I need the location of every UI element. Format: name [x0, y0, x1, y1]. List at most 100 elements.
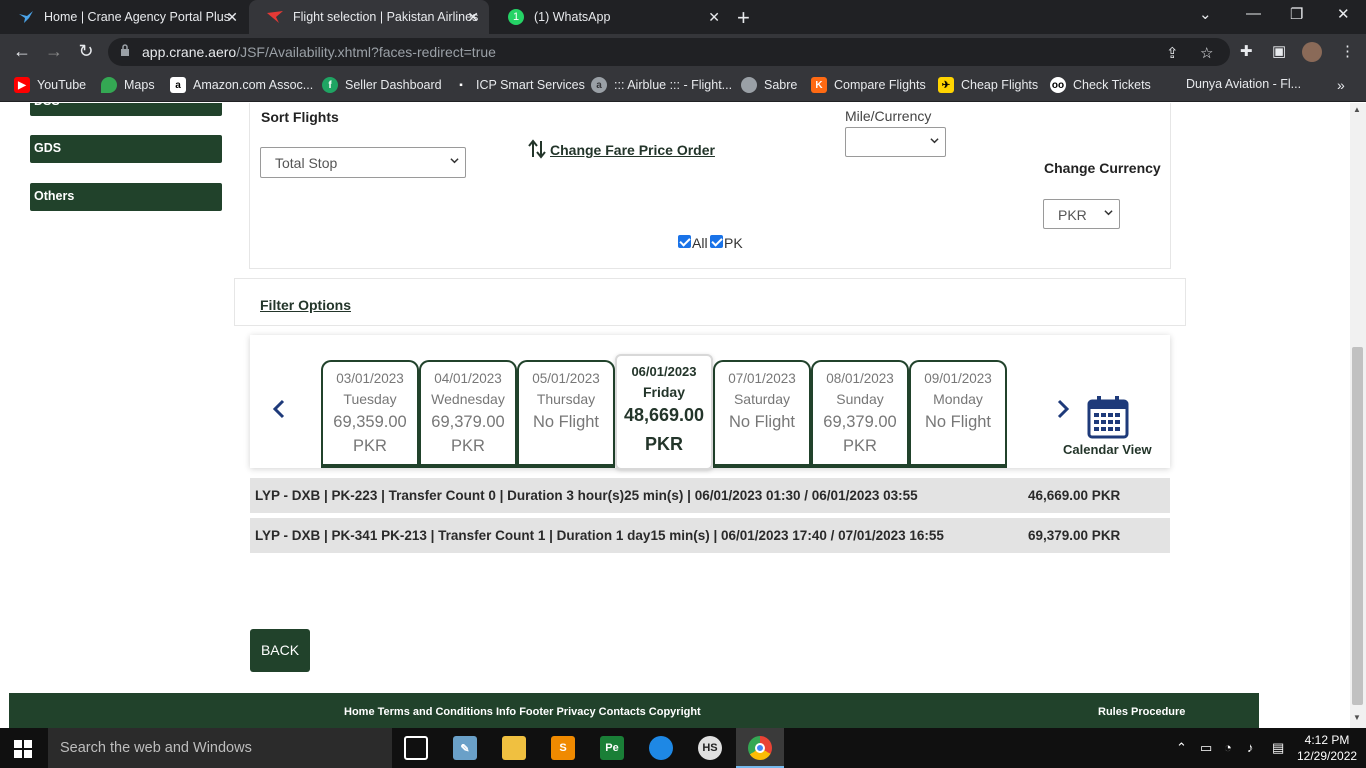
plane-icon: ✈: [938, 77, 954, 93]
hs-app-icon[interactable]: HS: [698, 736, 722, 760]
pe-app-icon[interactable]: Pe: [600, 736, 624, 760]
checkbox-all[interactable]: [678, 235, 691, 248]
change-fare-price-order-link[interactable]: Change Fare Price Order: [550, 142, 715, 158]
new-tab-icon[interactable]: +: [737, 5, 750, 31]
tab-label: (1) WhatsApp: [534, 10, 611, 24]
checkbox-pk-label: PK: [724, 235, 743, 251]
airblue-icon: a: [591, 77, 607, 93]
calendar-view-label[interactable]: Calendar View: [1063, 442, 1152, 457]
notepad-icon[interactable]: ✎: [453, 736, 477, 760]
bookmark-dunya-aviation[interactable]: Dunya Aviation - Fl...: [1186, 77, 1301, 91]
back-button[interactable]: BACK: [250, 629, 310, 672]
taskbar-clock[interactable]: 4:12 PM 12/29/2022: [1297, 732, 1357, 764]
windows-start-icon[interactable]: [14, 740, 32, 758]
currency-select[interactable]: PKR: [1043, 199, 1120, 229]
flight-row[interactable]: LYP - DXB | PK-341 PK-213 | Transfer Cou…: [250, 518, 1170, 553]
scroll-down-icon[interactable]: ▼: [1353, 713, 1361, 722]
chrome-icon[interactable]: [748, 736, 772, 760]
menu-kebab-icon[interactable]: ⋮: [1340, 42, 1355, 60]
bookmark-star-icon[interactable]: ☆: [1200, 44, 1213, 62]
tab-crane-portal[interactable]: Home | Crane Agency Portal Plus ✕: [0, 0, 248, 34]
bookmark-compare-flights[interactable]: K Compare Flights: [811, 77, 926, 93]
lock-icon: [121, 44, 129, 56]
page-scrollbar[interactable]: ▲ ▼: [1350, 103, 1366, 728]
date-tab-07-01[interactable]: 07/01/2023 Saturday No Flight: [713, 360, 811, 468]
bookmark-icp[interactable]: ▪ ICP Smart Services: [453, 77, 585, 93]
date-tab-04-01[interactable]: 04/01/2023 Wednesday 69,379.00 PKR: [419, 360, 517, 468]
globe-icon: [741, 77, 757, 93]
page-footer: Home Terms and Conditions Info Footer Pr…: [9, 693, 1259, 728]
close-tab-icon[interactable]: ✕: [708, 9, 720, 26]
extensions-puzzle-icon[interactable]: ✚: [1240, 42, 1253, 60]
date-tab-05-01[interactable]: 05/01/2023 Thursday No Flight: [517, 360, 615, 468]
date-tab-03-01[interactable]: 03/01/2023 Tuesday 69,359.00 PKR: [321, 360, 419, 468]
tab-search-chevron-icon[interactable]: ⌄: [1199, 5, 1212, 23]
chevron-down-icon: [930, 138, 939, 144]
filter-options-panel: Filter Options: [234, 278, 1186, 326]
profile-avatar[interactable]: [1302, 42, 1322, 62]
file-explorer-icon[interactable]: [502, 736, 526, 760]
icp-icon: ▪: [453, 77, 469, 93]
taskbar-search-input[interactable]: Search the web and Windows: [48, 728, 392, 768]
close-tab-icon[interactable]: ✕: [467, 9, 479, 26]
volume-icon[interactable]: ♪: [1247, 740, 1254, 755]
footer-rules-link[interactable]: Rules Procedure: [1098, 706, 1185, 718]
next-week-icon[interactable]: [1056, 399, 1070, 419]
bookmark-seller-dashboard[interactable]: f Seller Dashboard: [322, 77, 442, 93]
task-view-icon[interactable]: [404, 736, 428, 760]
sublime-text-icon[interactable]: S: [551, 736, 575, 760]
sort-select[interactable]: Total Stop: [260, 147, 466, 178]
sidebar-item-dss[interactable]: DSS: [30, 103, 222, 116]
flight-row[interactable]: LYP - DXB | PK-223 | Transfer Count 0 | …: [250, 478, 1170, 513]
bookmark-amazon[interactable]: a Amazon.com Assoc...: [170, 77, 313, 93]
share-icon[interactable]: ⇪: [1166, 44, 1179, 62]
tab-label: Home | Crane Agency Portal Plus: [44, 10, 230, 24]
scroll-thumb[interactable]: [1352, 347, 1363, 705]
url-text: app.crane.aero/JSF/Availability.xhtml?fa…: [142, 44, 496, 60]
tab-whatsapp[interactable]: 1 (1) WhatsApp ✕: [490, 0, 730, 34]
browser-toolbar: ← → ↻ app.crane.aero/JSF/Availability.xh…: [0, 34, 1366, 70]
mile-currency-label: Mile/Currency: [845, 108, 932, 124]
seller-icon: f: [322, 77, 338, 93]
date-tab-09-01[interactable]: 09/01/2023 Monday No Flight: [909, 360, 1007, 468]
address-bar[interactable]: app.crane.aero/JSF/Availability.xhtml?fa…: [108, 38, 1230, 66]
checkbox-pk[interactable]: [710, 235, 723, 248]
forward-arrow-icon[interactable]: →: [43, 41, 65, 62]
sidebar-item-gds[interactable]: GDS: [30, 135, 222, 163]
bookmark-cheap-flights[interactable]: ✈ Cheap Flights: [938, 77, 1038, 93]
calendar-icon[interactable]: [1087, 395, 1129, 439]
bookmark-airblue[interactable]: a::: Airblue ::: - Flight...: [591, 77, 732, 93]
tripadvisor-icon: oo: [1050, 77, 1066, 93]
close-window-icon[interactable]: ✕: [1337, 5, 1350, 23]
youtube-icon: ▶: [14, 77, 30, 93]
sidebar-item-others[interactable]: Others: [30, 183, 222, 211]
elephant-app-icon[interactable]: [649, 736, 673, 760]
footer-links[interactable]: Home Terms and Conditions Info Footer Pr…: [344, 706, 701, 718]
back-arrow-icon[interactable]: ←: [11, 41, 33, 62]
bookmark-youtube[interactable]: ▶ YouTube: [14, 77, 86, 93]
restore-icon[interactable]: ❐: [1290, 5, 1303, 23]
bookmark-sabre[interactable]: Sabre: [741, 77, 797, 93]
swap-vertical-icon[interactable]: [528, 139, 546, 159]
chevron-down-icon: [1104, 210, 1113, 216]
date-tab-06-01-selected[interactable]: 06/01/2023 Friday 48,669.00 PKR: [615, 354, 713, 470]
date-tab-08-01[interactable]: 08/01/2023 Sunday 69,379.00 PKR: [811, 360, 909, 468]
tab-flight-selection[interactable]: Flight selection | Pakistan Airlines ✕: [249, 0, 489, 34]
bookmark-check-tickets[interactable]: oo Check Tickets: [1050, 77, 1151, 93]
more-bookmarks-icon[interactable]: »: [1337, 77, 1345, 93]
scroll-up-icon[interactable]: ▲: [1353, 105, 1361, 114]
checkbox-all-label: All: [692, 235, 708, 251]
bookmark-maps[interactable]: Maps: [101, 77, 155, 93]
mile-currency-select[interactable]: [845, 127, 946, 157]
battery-icon[interactable]: ▭: [1200, 740, 1212, 756]
previous-week-icon[interactable]: [272, 399, 286, 419]
reload-icon[interactable]: ↻: [75, 41, 97, 62]
side-panel-icon[interactable]: ▣: [1272, 42, 1286, 60]
notifications-icon[interactable]: ▤: [1272, 740, 1284, 756]
pia-logo-icon: [267, 9, 283, 25]
minimize-icon[interactable]: —: [1246, 5, 1261, 22]
close-tab-icon[interactable]: ✕: [226, 9, 238, 26]
tray-chevron-icon[interactable]: ⌃: [1176, 740, 1187, 756]
wifi-icon[interactable]: ◔: [1224, 740, 1232, 755]
filter-options-link[interactable]: Filter Options: [260, 297, 351, 313]
